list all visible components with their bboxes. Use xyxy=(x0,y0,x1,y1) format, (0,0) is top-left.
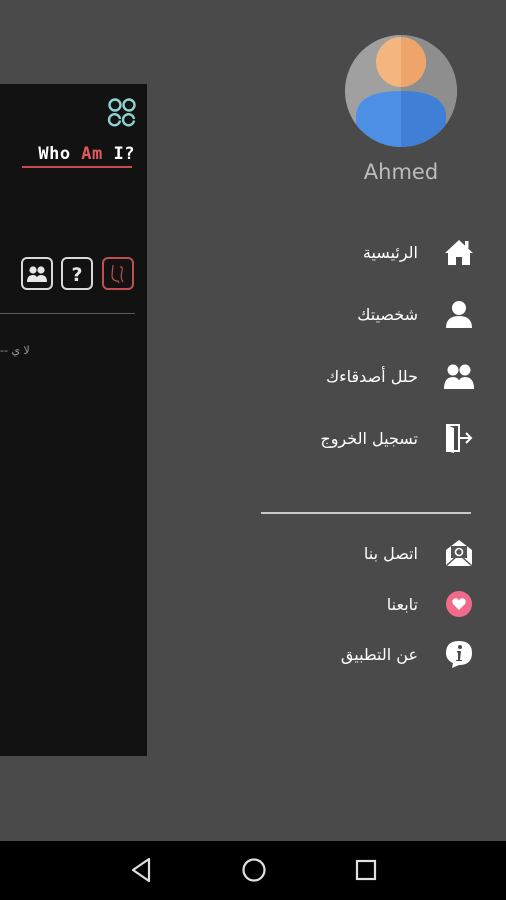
menu-item-label: شخصيتك xyxy=(357,304,418,324)
friends-icon xyxy=(27,265,47,282)
main-screen-card: Who Am I? ? -- لا ي xyxy=(0,84,147,756)
person-icon xyxy=(442,297,476,331)
menu-item-about[interactable]: عن التطبيق xyxy=(341,634,476,674)
question-icon: ? xyxy=(71,264,82,285)
recents-icon xyxy=(355,859,377,881)
avatar[interactable] xyxy=(345,35,457,147)
home-circle-icon xyxy=(242,858,266,882)
back-icon xyxy=(131,857,151,883)
heart-icon xyxy=(442,587,476,621)
sketch-button[interactable] xyxy=(102,257,134,290)
card-snippet-text: -- لا ي xyxy=(0,344,30,357)
logout-icon xyxy=(442,421,476,455)
menu-item-contact[interactable]: اتصل بنا xyxy=(364,533,476,573)
user-avatar-icon xyxy=(345,35,457,147)
app-title: Who Am I? xyxy=(38,144,135,164)
mail-icon xyxy=(442,536,476,570)
question-button[interactable]: ? xyxy=(61,257,93,290)
user-name: Ahmed xyxy=(363,160,439,184)
menu-item-logout[interactable]: تسجيل الخروج xyxy=(320,418,476,458)
svg-text:?: ? xyxy=(71,264,82,285)
home-nav-button[interactable] xyxy=(239,855,269,885)
menu-item-analyze-friends[interactable]: حلل أصدقاءك xyxy=(326,356,476,396)
menu-item-label: تسجيل الخروج xyxy=(320,428,418,448)
menu-item-label: حلل أصدقاءك xyxy=(325,366,418,386)
navigation-bar xyxy=(0,841,506,900)
menu-item-home[interactable]: الرئيسية xyxy=(363,232,476,272)
drawer-divider xyxy=(261,512,471,514)
menu-item-label: تابعنا xyxy=(386,594,418,614)
recents-button[interactable] xyxy=(351,855,381,885)
info-icon xyxy=(442,637,476,671)
card-divider xyxy=(0,313,135,314)
menu-item-label: عن التطبيق xyxy=(340,644,418,664)
home-icon xyxy=(442,235,476,269)
sketch-icon xyxy=(111,264,124,283)
logo-icon xyxy=(107,98,136,127)
menu-item-label: الرئيسية xyxy=(362,242,418,262)
menu-item-follow[interactable]: تابعنا xyxy=(387,584,476,624)
back-button[interactable] xyxy=(126,855,156,885)
title-underline xyxy=(22,166,132,168)
group-icon xyxy=(442,359,476,393)
friends-button[interactable] xyxy=(21,257,53,290)
menu-item-label: اتصل بنا xyxy=(363,543,418,563)
menu-item-personality[interactable]: شخصيتك xyxy=(357,294,476,334)
